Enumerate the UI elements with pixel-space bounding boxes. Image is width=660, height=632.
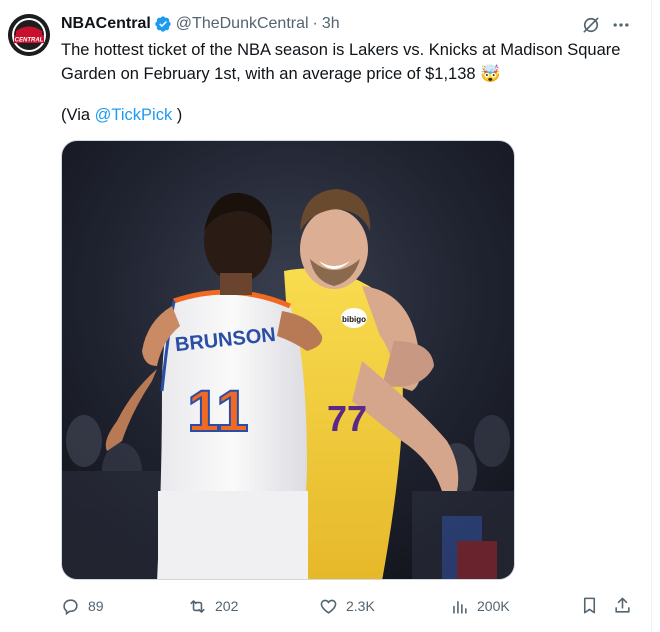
author-avatar[interactable]: CENTRAL — [8, 14, 50, 56]
repost-button[interactable]: 202 — [188, 593, 238, 619]
like-button[interactable]: 2.3K — [319, 593, 375, 619]
tweet-text: The hottest ticket of the NBA season is … — [61, 38, 621, 86]
author-handle[interactable]: @TheDunkCentral — [176, 15, 309, 33]
tweet-body: The hottest ticket of the NBA season is … — [61, 41, 621, 83]
author-name[interactable]: NBACentral — [61, 15, 151, 33]
tweet-header: NBACentral @TheDunkCentral · 3h — [61, 14, 340, 34]
bookmark-icon[interactable] — [580, 596, 599, 615]
tweet-photo[interactable]: 77 bibigo BRUNSON 11 — [61, 140, 515, 580]
avatar-label: CENTRAL — [15, 38, 44, 44]
repost-count: 202 — [215, 598, 239, 614]
tweet-card[interactable]: CENTRAL NBACentral @TheDunkCentral · 3h … — [0, 0, 652, 632]
jersey-right-sponsor: bibigo — [342, 315, 366, 324]
jersey-right-number: 77 — [327, 398, 367, 439]
tickpick-mention-link[interactable]: @TickPick — [95, 106, 173, 124]
views-button[interactable]: 200K — [450, 593, 510, 619]
photo-lakers-knicks-players: 77 bibigo BRUNSON 11 — [62, 141, 514, 579]
tweet-timestamp[interactable]: 3h — [322, 15, 340, 33]
reply-icon — [63, 598, 78, 615]
more-options-button[interactable] — [610, 14, 632, 36]
grok-button[interactable] — [580, 14, 602, 36]
tweet-actions: 89 202 2.3K 200K — [61, 593, 641, 619]
nba-central-logo: CENTRAL — [8, 14, 50, 56]
views-icon — [453, 600, 467, 614]
view-count: 200K — [477, 598, 510, 614]
separator-dot: · — [312, 15, 318, 32]
repost-icon — [190, 599, 205, 613]
jersey-left-number: 11 — [187, 379, 248, 444]
via-prefix: (Via — [61, 106, 95, 124]
verified-badge-icon[interactable] — [154, 15, 172, 33]
tweet-via: (Via @TickPick ) — [61, 103, 182, 127]
share-icon[interactable] — [613, 596, 632, 615]
reply-button[interactable]: 89 — [61, 593, 104, 619]
grok-icon — [583, 17, 599, 33]
like-count: 2.3K — [346, 598, 375, 614]
more-icon — [613, 23, 629, 27]
emoji-exploding-head: 🤯 — [480, 65, 501, 83]
like-icon — [320, 599, 337, 614]
reply-count: 89 — [88, 598, 104, 614]
via-suffix: ) — [172, 106, 183, 124]
